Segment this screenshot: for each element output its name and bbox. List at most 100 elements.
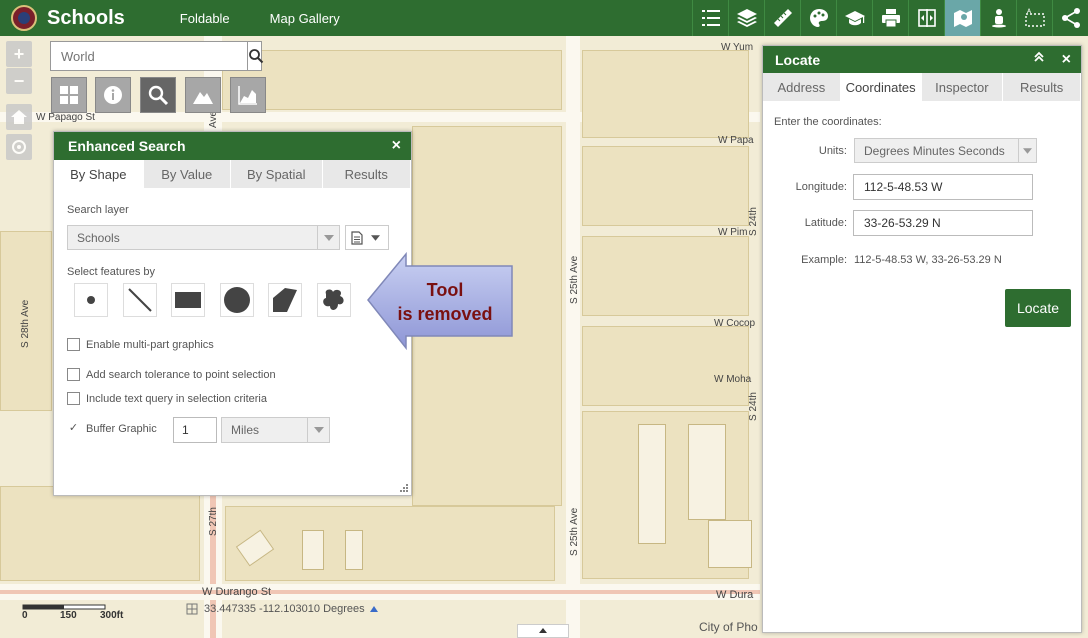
coordinate-map-icon — [186, 603, 198, 615]
street-label: W Moha — [714, 374, 752, 385]
buffer-distance-input[interactable]: 1 — [173, 417, 217, 443]
street-label: W Pim — [718, 227, 748, 238]
search-button[interactable] — [247, 42, 264, 70]
example-text: 112-5-48.53 W, 33-26-53.29 N — [854, 254, 1002, 266]
map-gallery-link[interactable]: Map Gallery — [270, 11, 340, 26]
street-label: W Dura — [716, 589, 754, 601]
mountain-icon — [193, 92, 213, 104]
tab-by-value[interactable]: By Value — [144, 160, 232, 188]
street-label: W Papa — [718, 135, 754, 146]
option-label: Buffer Graphic — [86, 422, 157, 435]
freehand-icon — [323, 289, 344, 310]
chevron-down-icon — [323, 234, 334, 241]
tab-by-shape[interactable]: By Shape — [54, 160, 144, 188]
street-label: W Durango St — [202, 586, 272, 598]
text-query-option[interactable]: Include text query in selection criteria — [67, 392, 267, 405]
school-icon — [844, 11, 865, 26]
footer-toggle[interactable] — [517, 624, 569, 638]
buffer-unit-value: Miles — [231, 423, 260, 437]
building — [688, 424, 726, 520]
circle-icon — [224, 287, 250, 313]
layers-button[interactable] — [728, 0, 764, 36]
app-header: Schools Foldable Map Gallery A — [0, 0, 1088, 36]
freehand-shape-button[interactable] — [317, 283, 351, 317]
option-label: Enable multi-part graphics — [86, 338, 214, 351]
legend-icon — [701, 10, 720, 26]
locate-button[interactable]: Locate — [1005, 289, 1071, 327]
caret-up-icon[interactable] — [369, 606, 378, 612]
coordinate-readout[interactable]: 33.447335 -112.103010 Degrees — [186, 603, 378, 615]
close-icon[interactable]: × — [392, 137, 401, 155]
street-label: S 28th Ave — [20, 299, 31, 348]
line-shape-button[interactable] — [123, 283, 157, 317]
multipart-option[interactable]: Enable multi-part graphics — [67, 338, 214, 351]
option-label: Add search tolerance to point selection — [86, 368, 276, 381]
widget-toolbar: A — [692, 0, 1088, 36]
buffer-checkbox[interactable]: ✓ — [67, 422, 80, 435]
panel-title: Locate — [775, 51, 821, 68]
rectangle-icon — [175, 292, 201, 308]
zoom-in-button[interactable]: + — [6, 41, 32, 67]
close-icon[interactable]: × — [1062, 51, 1071, 69]
overview-tool[interactable] — [51, 77, 87, 113]
instruction-text: Enter the coordinates: — [774, 116, 882, 128]
units-value: Degrees Minutes Seconds — [864, 143, 1005, 158]
tab-results[interactable]: Results — [323, 160, 411, 188]
buffer-unit-select[interactable]: Miles — [221, 417, 330, 443]
search-tabs: By Shape By Value By Spatial Results — [54, 160, 411, 188]
home-button[interactable] — [6, 104, 32, 130]
polygon-shape-button[interactable] — [268, 283, 302, 317]
draw-button[interactable]: A — [1016, 0, 1052, 36]
buffer-option[interactable]: ✓ Buffer Graphic — [67, 422, 157, 435]
swipe-icon — [917, 9, 936, 27]
multipart-checkbox[interactable] — [67, 338, 80, 351]
collapse-icon[interactable] — [1033, 51, 1045, 63]
building — [708, 520, 752, 568]
tab-inspector[interactable]: Inspector — [922, 73, 1004, 101]
circle-shape-button[interactable] — [220, 283, 254, 317]
street-view-button[interactable] — [980, 0, 1016, 36]
longitude-input[interactable]: 112-5-48.53 W — [853, 174, 1033, 200]
layer-options-button[interactable] — [345, 225, 389, 250]
elevation-profile-tool[interactable] — [185, 77, 221, 113]
tab-address[interactable]: Address — [763, 73, 841, 101]
tab-coordinates[interactable]: Coordinates — [840, 73, 922, 101]
chart-tool[interactable] — [230, 77, 266, 113]
enhanced-search-tool[interactable] — [140, 77, 176, 113]
locate-button[interactable] — [944, 0, 980, 36]
locate-tabs: Address Coordinates Inspector Results — [763, 73, 1081, 101]
zoom-out-button[interactable]: − — [6, 68, 32, 94]
share-button[interactable] — [1052, 0, 1088, 36]
street-view-icon — [991, 9, 1006, 28]
rectangle-shape-button[interactable] — [171, 283, 205, 317]
city-block — [0, 486, 200, 581]
print-button[interactable] — [872, 0, 908, 36]
tolerance-option[interactable]: Add search tolerance to point selection — [67, 368, 276, 381]
search-layer-select[interactable]: Schools — [67, 225, 340, 250]
basemap-gallery-button[interactable] — [800, 0, 836, 36]
document-icon — [351, 230, 363, 245]
swipe-button[interactable] — [908, 0, 944, 36]
city-seal-logo — [11, 5, 37, 31]
measure-button[interactable] — [764, 0, 800, 36]
text-query-checkbox[interactable] — [67, 392, 80, 405]
latitude-input[interactable]: 33-26-53.29 N — [853, 210, 1033, 236]
foldable-link[interactable]: Foldable — [180, 11, 230, 26]
legend-button[interactable] — [692, 0, 728, 36]
dropdown-arrow — [1018, 139, 1036, 162]
building — [302, 530, 324, 570]
resize-handle-icon[interactable] — [400, 484, 408, 492]
tab-by-spatial[interactable]: By Spatial — [231, 160, 323, 188]
tab-results[interactable]: Results — [1003, 73, 1081, 101]
street-label: S 25th Ave — [569, 255, 580, 304]
school-button[interactable] — [836, 0, 872, 36]
my-location-button[interactable] — [6, 134, 32, 160]
longitude-label: Longitude: — [795, 181, 847, 193]
identify-tool[interactable] — [95, 77, 131, 113]
city-block — [582, 236, 749, 316]
point-shape-button[interactable] — [74, 283, 108, 317]
tolerance-checkbox[interactable] — [67, 368, 80, 381]
search-input[interactable] — [51, 42, 247, 70]
option-label: Include text query in selection criteria — [86, 392, 267, 405]
units-select[interactable]: Degrees Minutes Seconds — [854, 138, 1037, 163]
